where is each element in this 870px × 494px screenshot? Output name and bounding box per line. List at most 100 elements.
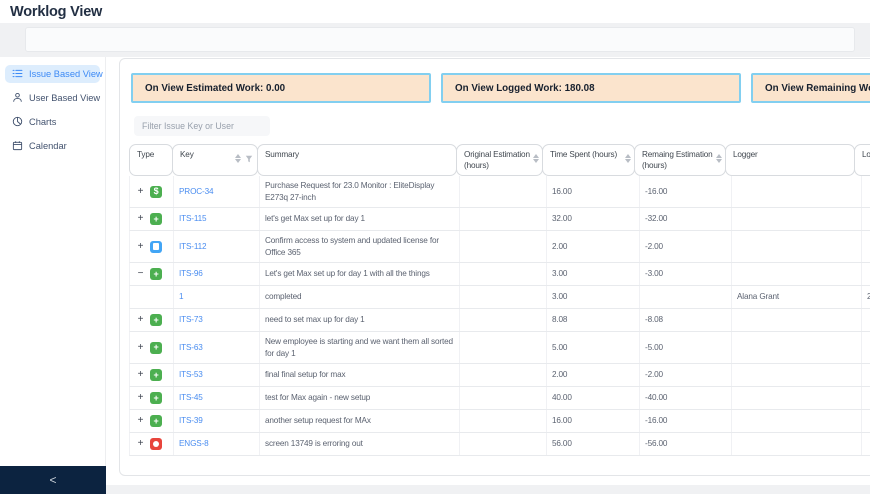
issue-key-link[interactable]: ITS-96 (179, 268, 203, 279)
sort-icon[interactable] (625, 154, 631, 163)
sidebar-collapse-button[interactable]: < (0, 466, 106, 494)
column-header-remaining[interactable]: Remaing Estimation (hours) (634, 144, 726, 177)
summary-cell: completed (260, 286, 460, 309)
table-body: + $ PROC-34 Purchase Request for 23.0 Monit… (129, 176, 870, 457)
worklog-card: On View Estimated Work: 0.00 On View Log… (119, 58, 870, 476)
summary-cards-row: On View Estimated Work: 0.00 On View Log… (131, 73, 870, 103)
row-expander[interactable]: + (136, 241, 145, 252)
time-spent-cell: 3.00 (547, 286, 640, 309)
sidebar-item-label: Issue Based View (29, 69, 103, 79)
summary-card-remaining-work: On View Remaining Work: -180.08 (751, 73, 870, 103)
summary-cell: let's get Max set up for day 1 (260, 208, 460, 231)
issue-key-link[interactable]: ITS-45 (179, 392, 203, 403)
sidebar-item-label: Charts (29, 117, 57, 127)
list-icon (12, 68, 23, 81)
issue-key-link[interactable]: ENGS-8 (179, 438, 209, 449)
summary-card-estimated-work: On View Estimated Work: 0.00 (131, 73, 431, 103)
column-header-spent[interactable]: Time Spent (hours) (542, 144, 635, 177)
sidebar: Issue Based View User Based View Charts … (0, 57, 106, 466)
incident-alert-icon (150, 438, 162, 451)
service-request-plus-icon: + (150, 392, 162, 405)
filter-input[interactable] (134, 116, 270, 136)
sidebar-item-user-based-view[interactable]: User Based View (5, 89, 100, 107)
issue-key-link[interactable]: PROC-34 (179, 186, 214, 197)
key-cell: 1 (174, 286, 260, 309)
type-cell: + + (130, 387, 174, 410)
table-row: + $ PROC-34 Purchase Request for 23.0 Monit… (129, 176, 870, 209)
remaining-estimation-cell: -56.00 (640, 433, 732, 456)
summary-cell: Let's get Max set up for day 1 with all … (260, 263, 460, 286)
remaining-estimation-cell: -32.00 (640, 208, 732, 231)
issue-key-link[interactable]: ITS-39 (179, 415, 203, 426)
issue-key-link[interactable]: ITS-112 (179, 241, 207, 252)
table-row: + + ITS-39 another setup request for MAx 16.… (129, 410, 870, 434)
toolbar-panel (25, 27, 855, 52)
time-spent-cell: 16.00 (547, 176, 640, 208)
service-request-plus-icon: + (150, 341, 162, 354)
access-document-icon (150, 240, 162, 253)
sort-icon[interactable] (716, 154, 722, 163)
row-expander[interactable]: + (136, 393, 145, 403)
column-header-logged: Logged (854, 144, 870, 177)
logged-cell (862, 263, 870, 285)
logger-cell (732, 433, 862, 456)
type-cell: + (130, 231, 174, 263)
row-expander[interactable]: − (136, 269, 145, 279)
main-content: On View Estimated Work: 0.00 On View Log… (106, 57, 870, 485)
sidebar-item-charts[interactable]: Charts (5, 113, 100, 131)
logger-cell (732, 309, 862, 332)
issue-key-link[interactable]: ITS-53 (179, 369, 203, 380)
row-expander[interactable]: + (136, 370, 145, 380)
row-expander[interactable]: + (136, 214, 145, 224)
column-header-key[interactable]: Key (172, 144, 258, 177)
calendar-icon (12, 140, 23, 153)
sidebar-item-label: Calendar (29, 141, 67, 151)
table-row: + + ITS-63 New employee is starting and we … (129, 332, 870, 365)
original-estimation-cell (460, 387, 547, 410)
issue-key-link[interactable]: ITS-73 (179, 314, 203, 325)
logged-cell (862, 364, 870, 386)
sort-icon[interactable] (533, 154, 539, 163)
issue-key-link[interactable]: ITS-115 (179, 213, 207, 224)
user-icon (12, 92, 23, 105)
row-expander[interactable]: + (136, 416, 145, 426)
issue-key-link[interactable]: 1 (179, 291, 184, 302)
time-spent-cell: 56.00 (547, 433, 640, 456)
service-request-plus-icon: + (150, 314, 162, 327)
column-header-original[interactable]: Original Estimation (hours) (456, 144, 543, 177)
worklog-child-row: 1 completed 3.00 Alana Grant202 (129, 286, 870, 310)
row-expander[interactable]: + (136, 342, 145, 353)
filter-funnel-icon[interactable] (245, 155, 253, 163)
sort-icon[interactable] (235, 154, 241, 163)
logger-cell (732, 263, 862, 286)
row-expander[interactable]: + (136, 315, 145, 325)
logged-cell (862, 309, 870, 331)
table-row: + + ITS-73 need to set max up for day 1 8.08… (129, 309, 870, 333)
type-cell: + (130, 433, 174, 456)
key-cell: PROC-34 (174, 176, 260, 208)
remaining-estimation-cell (640, 286, 732, 309)
logger-cell (732, 176, 862, 208)
column-header-summary: Summary (257, 144, 457, 177)
column-header-logger: Logger (725, 144, 855, 177)
title-bar: Worklog View (0, 0, 870, 23)
original-estimation-cell (460, 433, 547, 456)
sidebar-item-calendar[interactable]: Calendar (5, 137, 100, 155)
logged-cell (862, 410, 870, 432)
issue-key-link[interactable]: ITS-63 (179, 342, 203, 353)
row-expander[interactable]: + (136, 186, 145, 197)
column-label: Logger (733, 150, 758, 159)
row-expander[interactable]: + (136, 439, 145, 449)
summary-cell: Confirm access to system and updated lic… (260, 231, 460, 263)
original-estimation-cell (460, 263, 547, 286)
logged-cell: 202 (862, 286, 870, 308)
table-row: + + ITS-45 test for Max again - new setup 40… (129, 387, 870, 411)
logger-cell (732, 387, 862, 410)
column-label: Summary (265, 150, 299, 159)
logger-cell (732, 410, 862, 433)
sidebar-item-issue-based-view[interactable]: Issue Based View (5, 65, 103, 83)
summary-cell: final final setup for max (260, 364, 460, 387)
type-cell: + + (130, 309, 174, 332)
remaining-estimation-cell: -16.00 (640, 410, 732, 433)
key-cell: ITS-112 (174, 231, 260, 263)
